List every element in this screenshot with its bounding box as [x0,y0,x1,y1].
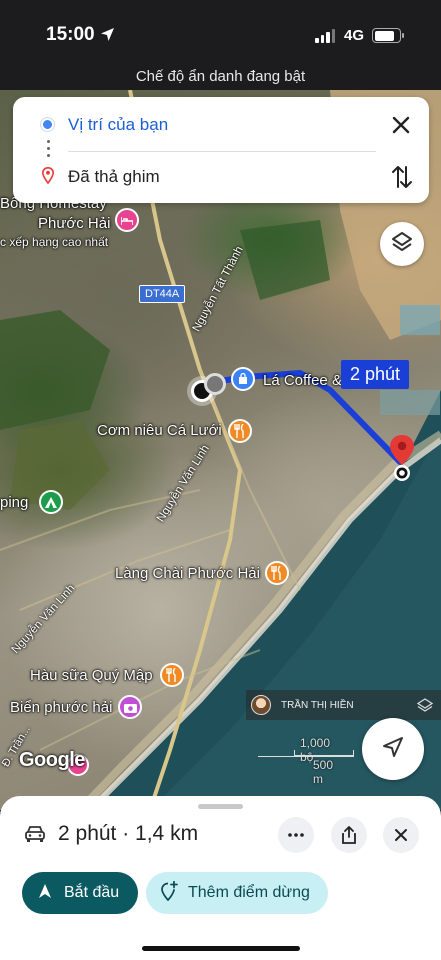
place-label-bien[interactable]: Biển phước hải [10,699,112,716]
my-location-button[interactable] [362,718,424,780]
hotel-icon[interactable] [115,208,139,232]
contributor-avatar [251,695,271,715]
sheet-grabber[interactable] [198,804,243,809]
start-arrow-icon [38,883,52,904]
close-icon-2 [395,829,407,841]
share-icon [342,826,356,844]
network-type: 4G [344,27,365,44]
place-label-lang-chai[interactable]: Làng Chài Phước Hải [115,565,260,582]
restaurant-icon[interactable] [228,419,252,443]
camping-icon[interactable] [39,490,63,514]
pin-icon [41,166,55,189]
layers-button[interactable] [380,222,424,266]
place-label-com-nieu[interactable]: Cơm niêu Cá Lưới [97,422,222,439]
origin-field[interactable]: Vị trí của bạn [68,115,168,135]
destination-row[interactable]: Đã thả ghim [13,155,429,203]
google-logo: Google [19,749,85,771]
location-arrow-icon [100,27,115,47]
place-label-homestay-2[interactable]: Phước Hải [38,215,110,232]
close-route-button[interactable] [383,817,419,853]
contributor-name: TRẦN THỊ HIỀN [281,699,354,711]
start-label: Bắt đầu [64,884,120,901]
place-label-hau-sua[interactable]: Hàu sữa Quý Mập [30,667,153,684]
origin-row[interactable]: Vị trí của bạn [13,97,429,152]
status-time: 15:00 [46,24,95,45]
home-indicator[interactable] [142,946,300,951]
restaurant-icon-2[interactable] [265,561,289,585]
add-stop-icon [160,880,178,906]
place-label-homestay-sub: c xếp hạng cao nhất [0,235,109,249]
scale-metric: 500 m [313,758,334,786]
more-options-button[interactable] [278,817,314,853]
start-navigation-button[interactable]: Bắt đầu [22,872,138,914]
directions-card: Vị trí của bạn Đã thả ghim [13,97,429,203]
incognito-notice: Chế độ ẩn danh đang bật [0,62,441,92]
add-stop-label: Thêm điểm dừng [188,884,310,901]
more-icon [288,833,304,837]
restaurant-icon-3[interactable] [160,663,184,687]
add-stop-button[interactable]: Thêm điểm dừng [146,872,328,914]
dropped-pin-marker[interactable] [389,435,415,488]
layers-mini-icon [416,697,434,718]
road-shield-dt44a: DT44A [139,285,186,303]
close-icon[interactable] [389,113,413,137]
place-label-camping[interactable]: ping [0,494,28,511]
imagery-contributor[interactable]: TRẦN THỊ HIỀN [246,690,441,720]
origin-dot-icon [41,118,54,131]
route-summary: 2 phút · 1,4 km [58,822,199,845]
swap-icon[interactable] [390,163,414,191]
status-bar: 15:00 4G [0,0,441,62]
photo-icon[interactable] [118,695,142,719]
share-button[interactable] [331,817,367,853]
cellular-signal-icon [315,29,335,43]
origin-marker [204,373,226,395]
destination-field[interactable]: Đã thả ghim [68,167,160,187]
car-icon [24,824,46,849]
layers-icon [390,230,414,259]
shopping-icon[interactable] [231,367,255,391]
place-label-la-coffee[interactable]: Lá Coffee & [263,372,342,389]
card-divider [68,151,376,152]
navigation-arrow-icon [382,736,404,763]
battery-icon [372,28,404,43]
route-duration-badge[interactable]: 2 phút [341,360,410,389]
